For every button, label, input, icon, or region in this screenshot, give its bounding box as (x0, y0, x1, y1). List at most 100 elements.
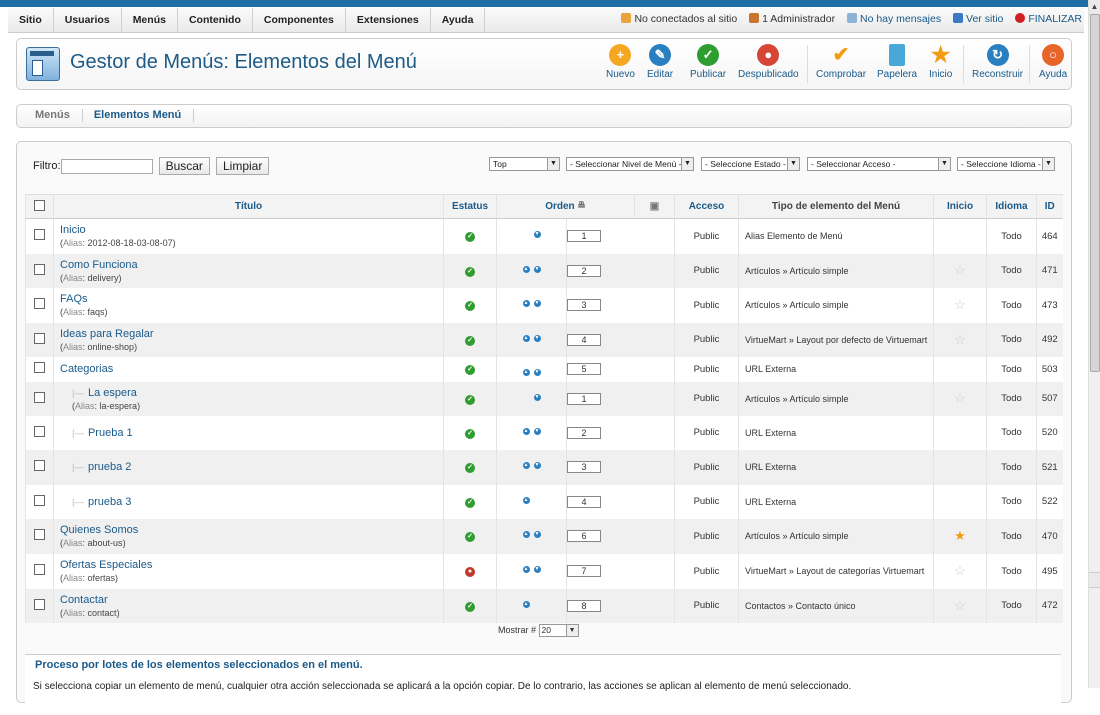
menu-contenido[interactable]: Contenido (178, 8, 253, 32)
order-input[interactable]: 2 (567, 264, 601, 277)
published-icon[interactable]: ✓ (465, 394, 475, 405)
order-down-icon[interactable]: ▼ (533, 461, 541, 469)
select-all-checkbox[interactable] (34, 199, 45, 211)
unpublished-icon[interactable]: ● (465, 567, 475, 577)
order-up-icon[interactable]: ▲ (522, 265, 530, 273)
view-site-link[interactable]: Ver sitio (953, 13, 1003, 25)
scrollbar-thumb[interactable] (1090, 14, 1100, 372)
order-up-icon[interactable]: ▲ (522, 600, 530, 608)
item-title-link[interactable]: Ofertas Especiales (60, 559, 443, 571)
order-input[interactable]: 4 (567, 495, 601, 508)
order-input[interactable]: 7 (567, 565, 601, 577)
published-icon[interactable]: ✓ (465, 232, 475, 243)
menu-sitio[interactable]: Sitio (8, 8, 54, 32)
published-icon[interactable]: ✓ (465, 365, 475, 375)
item-title-link[interactable]: FAQs (60, 293, 443, 305)
row-checkbox[interactable] (34, 529, 45, 540)
edit-button[interactable]: ✎ Editar (647, 44, 673, 80)
rebuild-button[interactable]: ↻ Reconstruir (972, 44, 1023, 80)
help-button[interactable]: ○ Ayuda (1039, 44, 1067, 80)
save-order-icon[interactable]: ▣ (650, 201, 659, 212)
order-input[interactable]: 8 (567, 599, 601, 612)
order-down-icon[interactable]: ▼ (533, 265, 541, 273)
col-order[interactable]: Orden ≞ (496, 194, 635, 219)
col-status[interactable]: Estatus (443, 194, 497, 219)
unpublish-button[interactable]: ● Despublicado (738, 44, 799, 80)
order-up-icon[interactable]: ▲ (522, 427, 530, 435)
checkin-button[interactable]: ✔ Comprobar (816, 44, 866, 80)
published-icon[interactable]: ✓ (465, 601, 475, 612)
row-checkbox[interactable] (34, 460, 45, 471)
state-select[interactable]: - Seleccione Estado - ▼ (701, 157, 800, 171)
search-button[interactable]: Buscar (158, 157, 210, 175)
home-star-icon[interactable]: ☆ (954, 297, 966, 312)
clear-button[interactable]: Limpiar (215, 157, 270, 175)
order-down-icon[interactable]: ▼ (533, 231, 541, 238)
menu-menus[interactable]: Menús (122, 8, 178, 32)
publish-button[interactable]: ✓ Publicar (690, 44, 726, 80)
language-select[interactable]: - Seleccione Idioma - ▼ (957, 157, 1055, 171)
row-checkbox[interactable] (34, 598, 45, 610)
filter-search-input[interactable] (60, 158, 153, 174)
col-id[interactable]: ID (1036, 194, 1063, 219)
published-icon[interactable]: ✓ (465, 463, 475, 473)
published-icon[interactable]: ✓ (465, 428, 475, 439)
tab-menus[interactable]: Menús (17, 109, 83, 122)
col-access[interactable]: Acceso (674, 194, 739, 219)
published-icon[interactable]: ✓ (465, 532, 475, 542)
col-title[interactable]: Título (53, 194, 444, 219)
level-select[interactable]: - Seleccionar Nivel de Menú - ▼ (566, 157, 694, 171)
col-type[interactable]: Tipo de elemento del Menú (738, 194, 934, 219)
row-checkbox[interactable] (34, 229, 45, 241)
order-up-icon[interactable]: ▲ (522, 299, 530, 307)
order-input[interactable]: 3 (567, 299, 601, 311)
order-up-icon[interactable]: ▲ (522, 496, 530, 504)
order-up-icon[interactable]: ▲ (522, 565, 530, 573)
messages-link[interactable]: No hay mensajes (846, 13, 941, 25)
item-title-link[interactable]: Contactar (60, 594, 443, 606)
menu-ayuda[interactable]: Ayuda (431, 8, 486, 32)
item-title-link[interactable]: La espera (88, 387, 137, 399)
published-icon[interactable]: ✓ (465, 301, 475, 311)
order-up-icon[interactable]: ▲ (522, 368, 530, 376)
order-down-icon[interactable]: ▼ (533, 393, 541, 401)
row-checkbox[interactable] (34, 332, 45, 344)
item-title-link[interactable]: Categorias (60, 363, 443, 375)
row-checkbox[interactable] (34, 298, 45, 309)
order-input[interactable]: 1 (567, 392, 601, 405)
row-checkbox[interactable] (34, 362, 45, 373)
col-home[interactable]: Inicio (933, 194, 987, 219)
home-star-icon[interactable]: ☆ (954, 563, 966, 578)
order-down-icon[interactable]: ▼ (533, 530, 541, 538)
published-icon[interactable]: ✓ (465, 266, 475, 277)
item-title-link[interactable]: Como Funciona (60, 259, 443, 271)
menu-extensiones[interactable]: Extensiones (346, 8, 431, 32)
order-down-icon[interactable]: ▼ (533, 427, 541, 435)
order-up-icon[interactable]: ▲ (522, 334, 530, 342)
home-star-icon[interactable]: ☆ (954, 332, 966, 347)
row-checkbox[interactable] (34, 391, 45, 403)
menu-usuarios[interactable]: Usuarios (54, 8, 122, 32)
row-checkbox[interactable] (34, 425, 45, 437)
home-button[interactable]: ★ Inicio (929, 44, 952, 81)
col-language[interactable]: Idioma (986, 194, 1037, 219)
trash-button[interactable]: Papelera (877, 44, 917, 80)
order-up-icon[interactable]: ▲ (522, 461, 530, 469)
order-input[interactable]: 3 (567, 461, 601, 473)
row-checkbox[interactable] (34, 494, 45, 506)
logout-link[interactable]: FINALIZAR (1015, 13, 1082, 25)
order-input[interactable]: 6 (567, 530, 601, 542)
page-scrollbar[interactable]: ▲ (1088, 0, 1100, 688)
published-icon[interactable]: ✓ (465, 335, 475, 346)
home-star-icon[interactable]: ☆ (954, 263, 966, 278)
item-title-link[interactable]: Quienes Somos (60, 524, 443, 536)
order-down-icon[interactable]: ▼ (533, 565, 541, 573)
home-star-icon[interactable]: ★ (954, 528, 966, 543)
new-button[interactable]: + Nuevo (606, 44, 635, 80)
order-down-icon[interactable]: ▼ (533, 299, 541, 307)
order-down-icon[interactable]: ▼ (533, 368, 541, 376)
menu-select[interactable]: Top ▼ (489, 157, 560, 171)
order-input[interactable]: 1 (567, 230, 601, 243)
order-down-icon[interactable]: ▼ (533, 334, 541, 342)
order-input[interactable]: 2 (567, 426, 601, 439)
